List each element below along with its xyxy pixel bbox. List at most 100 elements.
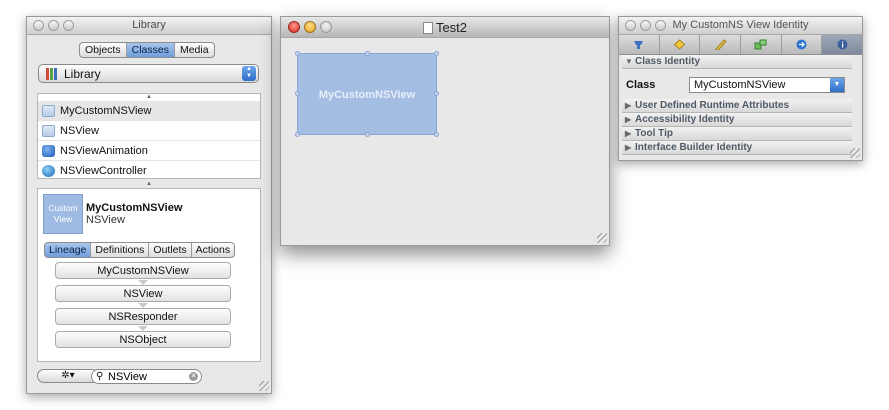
- animation-class-icon: [42, 144, 55, 157]
- disclosure-closed-icon: ▶: [625, 115, 632, 124]
- segment-media[interactable]: Media: [175, 43, 214, 57]
- close-button[interactable]: [625, 20, 636, 31]
- clear-search-icon[interactable]: ✕: [189, 372, 198, 381]
- list-item-label: MyCustomNSView: [60, 104, 152, 117]
- class-detail-pane: Custom View MyCustomNSView NSView Lineag…: [37, 188, 261, 362]
- gear-icon: ✲▾: [61, 370, 75, 381]
- tab-outlets[interactable]: Outlets: [149, 243, 192, 257]
- list-item-label: NSViewController: [60, 164, 147, 177]
- selection-handle[interactable]: [295, 91, 300, 96]
- minimize-button[interactable]: [48, 20, 59, 31]
- section-class-identity[interactable]: ▼ Class Identity: [622, 55, 852, 69]
- info-icon: [837, 39, 848, 50]
- list-item[interactable]: NSViewController: [38, 161, 260, 178]
- class-row: Class MyCustomNSView ▼: [619, 69, 862, 99]
- library-segmented-control: Objects Classes Media: [79, 42, 215, 58]
- section-tooltip-label: Tool Tip: [635, 128, 673, 139]
- tab-actions[interactable]: Actions: [192, 243, 234, 257]
- tab-identity[interactable]: [822, 35, 863, 54]
- inspector-title: My CustomNS View Identity: [672, 19, 809, 31]
- tab-bindings[interactable]: [741, 35, 782, 54]
- window-controls: [288, 21, 332, 33]
- document-window: Test2 MyCustomNSView: [280, 16, 610, 246]
- library-title: Library: [132, 19, 166, 31]
- section-accessibility[interactable]: ▶ Accessibility Identity: [622, 113, 852, 127]
- search-field[interactable]: ⚲ ✕: [91, 369, 202, 384]
- disclosure-closed-icon: ▶: [625, 101, 632, 110]
- resize-grip-icon[interactable]: [259, 381, 269, 391]
- resize-grip-icon[interactable]: [597, 233, 607, 243]
- zoom-button[interactable]: [320, 21, 332, 33]
- minimize-button[interactable]: [640, 20, 651, 31]
- inspector-window: My CustomNS View Identity ▼ Class Identit…: [618, 16, 863, 161]
- segment-classes[interactable]: Classes: [126, 43, 175, 57]
- disclosure-closed-icon: ▶: [625, 129, 632, 138]
- chevron-down-icon[interactable]: ▼: [830, 78, 844, 92]
- popup-arrows-icon: ▲ ▼: [242, 66, 256, 81]
- section-class-identity-label: Class Identity: [635, 56, 701, 67]
- selection-handle[interactable]: [434, 91, 439, 96]
- list-item[interactable]: MyCustomNSView: [38, 101, 260, 121]
- class-label: Class: [626, 79, 656, 91]
- tab-effects[interactable]: [660, 35, 701, 54]
- selection-handle[interactable]: [365, 132, 370, 137]
- tab-attributes[interactable]: [619, 35, 660, 54]
- bindings-icon: [754, 39, 767, 50]
- selection-handle[interactable]: [295, 51, 300, 56]
- lineage-item[interactable]: NSObject: [55, 331, 231, 348]
- view-class-icon: [42, 124, 55, 137]
- controller-class-icon: [42, 164, 55, 177]
- library-popup-label: Library: [64, 67, 101, 81]
- selection-handle[interactable]: [434, 132, 439, 137]
- inspector-tab-bar: [619, 35, 863, 55]
- effects-icon: [673, 39, 686, 50]
- tab-lineage[interactable]: Lineage: [45, 243, 92, 257]
- section-tooltip[interactable]: ▶ Tool Tip: [622, 127, 852, 141]
- minimize-button[interactable]: [304, 21, 316, 33]
- selection-handle[interactable]: [365, 51, 370, 56]
- library-popup[interactable]: Library ▲ ▼: [38, 64, 259, 83]
- class-combo-box[interactable]: MyCustomNSView ▼: [689, 77, 845, 93]
- lineage-item[interactable]: NSResponder: [55, 308, 231, 325]
- tab-connections[interactable]: [782, 35, 823, 54]
- custom-view-thumbnail: Custom View: [43, 194, 83, 234]
- lineage-item[interactable]: MyCustomNSView: [55, 262, 231, 279]
- segment-objects[interactable]: Objects: [80, 43, 127, 57]
- splitter-grip-icon[interactable]: ▲: [37, 181, 261, 188]
- tab-size[interactable]: [700, 35, 742, 54]
- resize-grip-icon[interactable]: [850, 148, 860, 158]
- close-button[interactable]: [288, 21, 300, 33]
- library-titlebar[interactable]: Library: [27, 17, 271, 35]
- section-ib-identity[interactable]: ▶ Interface Builder Identity: [622, 141, 852, 155]
- splitter-grip-icon[interactable]: ▲: [38, 94, 260, 101]
- document-title: Test2: [435, 20, 468, 35]
- custom-view[interactable]: MyCustomNSView: [295, 51, 439, 137]
- lineage-item[interactable]: NSView: [55, 285, 231, 302]
- list-item[interactable]: NSViewAnimation: [38, 141, 260, 161]
- view-class-icon: [42, 104, 55, 117]
- section-runtime-attributes-label: User Defined Runtime Attributes: [635, 100, 790, 111]
- disclosure-closed-icon: ▶: [625, 143, 632, 152]
- list-item-label: NSViewAnimation: [60, 144, 148, 157]
- section-runtime-attributes[interactable]: ▶ User Defined Runtime Attributes: [622, 99, 852, 113]
- zoom-button[interactable]: [655, 20, 666, 31]
- action-gear-button[interactable]: ✲▾: [37, 369, 99, 383]
- search-icon: ⚲: [96, 371, 104, 382]
- disclosure-open-icon: ▼: [625, 57, 633, 66]
- close-button[interactable]: [33, 20, 44, 31]
- inspector-titlebar[interactable]: My CustomNS View Identity: [619, 17, 862, 35]
- search-input[interactable]: [108, 370, 186, 383]
- zoom-button[interactable]: [63, 20, 74, 31]
- selection-handle[interactable]: [295, 132, 300, 137]
- document-titlebar[interactable]: Test2: [281, 17, 609, 38]
- custom-view-label: MyCustomNSView: [318, 89, 416, 101]
- tab-definitions[interactable]: Definitions: [91, 243, 150, 257]
- attributes-icon: [634, 41, 644, 49]
- list-item-label: NSView: [60, 124, 99, 137]
- class-combo-value: MyCustomNSView: [694, 79, 786, 91]
- list-item[interactable]: NSView: [38, 121, 260, 141]
- detail-tabs: Lineage Definitions Outlets Actions: [44, 242, 236, 258]
- section-accessibility-label: Accessibility Identity: [635, 114, 735, 125]
- books-icon: [46, 68, 60, 80]
- selection-handle[interactable]: [434, 51, 439, 56]
